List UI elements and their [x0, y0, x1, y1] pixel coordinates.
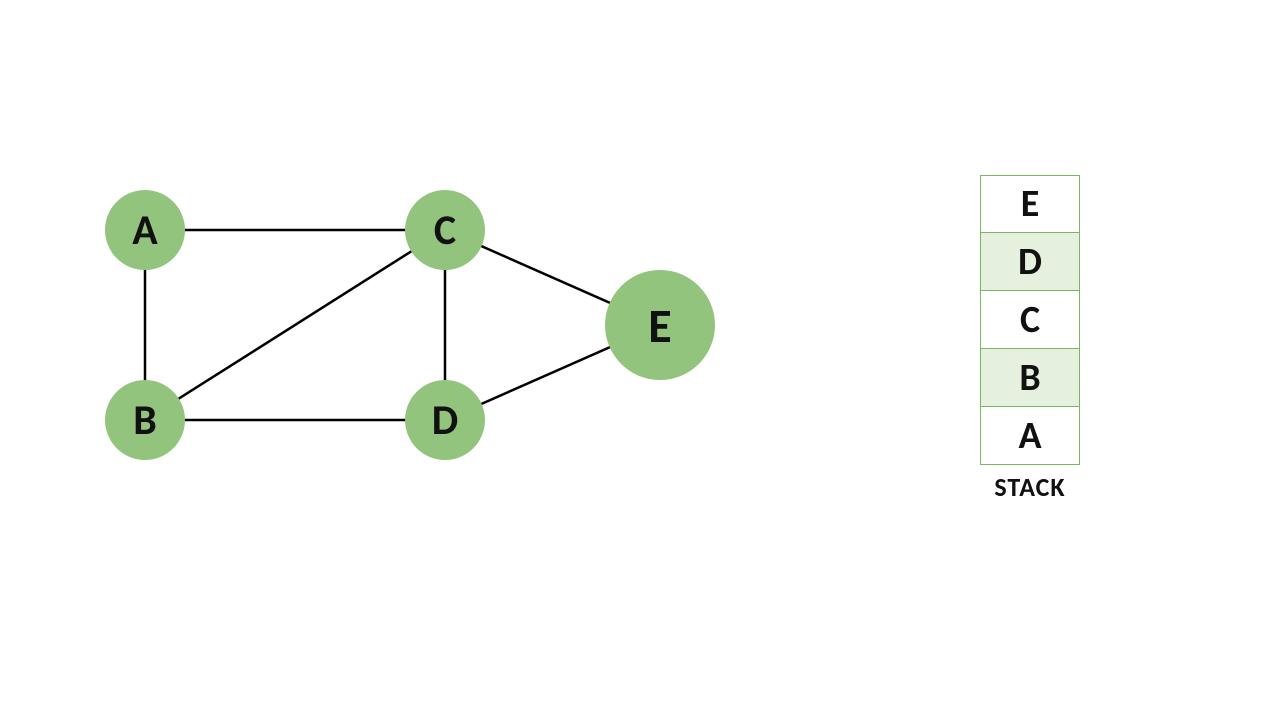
graph-node-b: B — [105, 380, 185, 460]
stack-cell-b: B — [980, 349, 1080, 407]
graph-diagram: A B C D E — [0, 0, 800, 720]
stack-cells-container: EDCBA — [980, 175, 1080, 465]
stack-cell-e: E — [980, 175, 1080, 233]
stack-cell-c: C — [980, 291, 1080, 349]
graph-node-c: C — [405, 190, 485, 270]
stack-cell-a: A — [980, 407, 1080, 465]
stack-cell-d: D — [980, 233, 1080, 291]
graph-node-e: E — [605, 270, 715, 380]
stack-diagram: EDCBA STACK — [980, 175, 1080, 503]
graph-node-a: A — [105, 190, 185, 270]
graph-node-d: D — [405, 380, 485, 460]
stack-label: STACK — [980, 471, 1080, 503]
